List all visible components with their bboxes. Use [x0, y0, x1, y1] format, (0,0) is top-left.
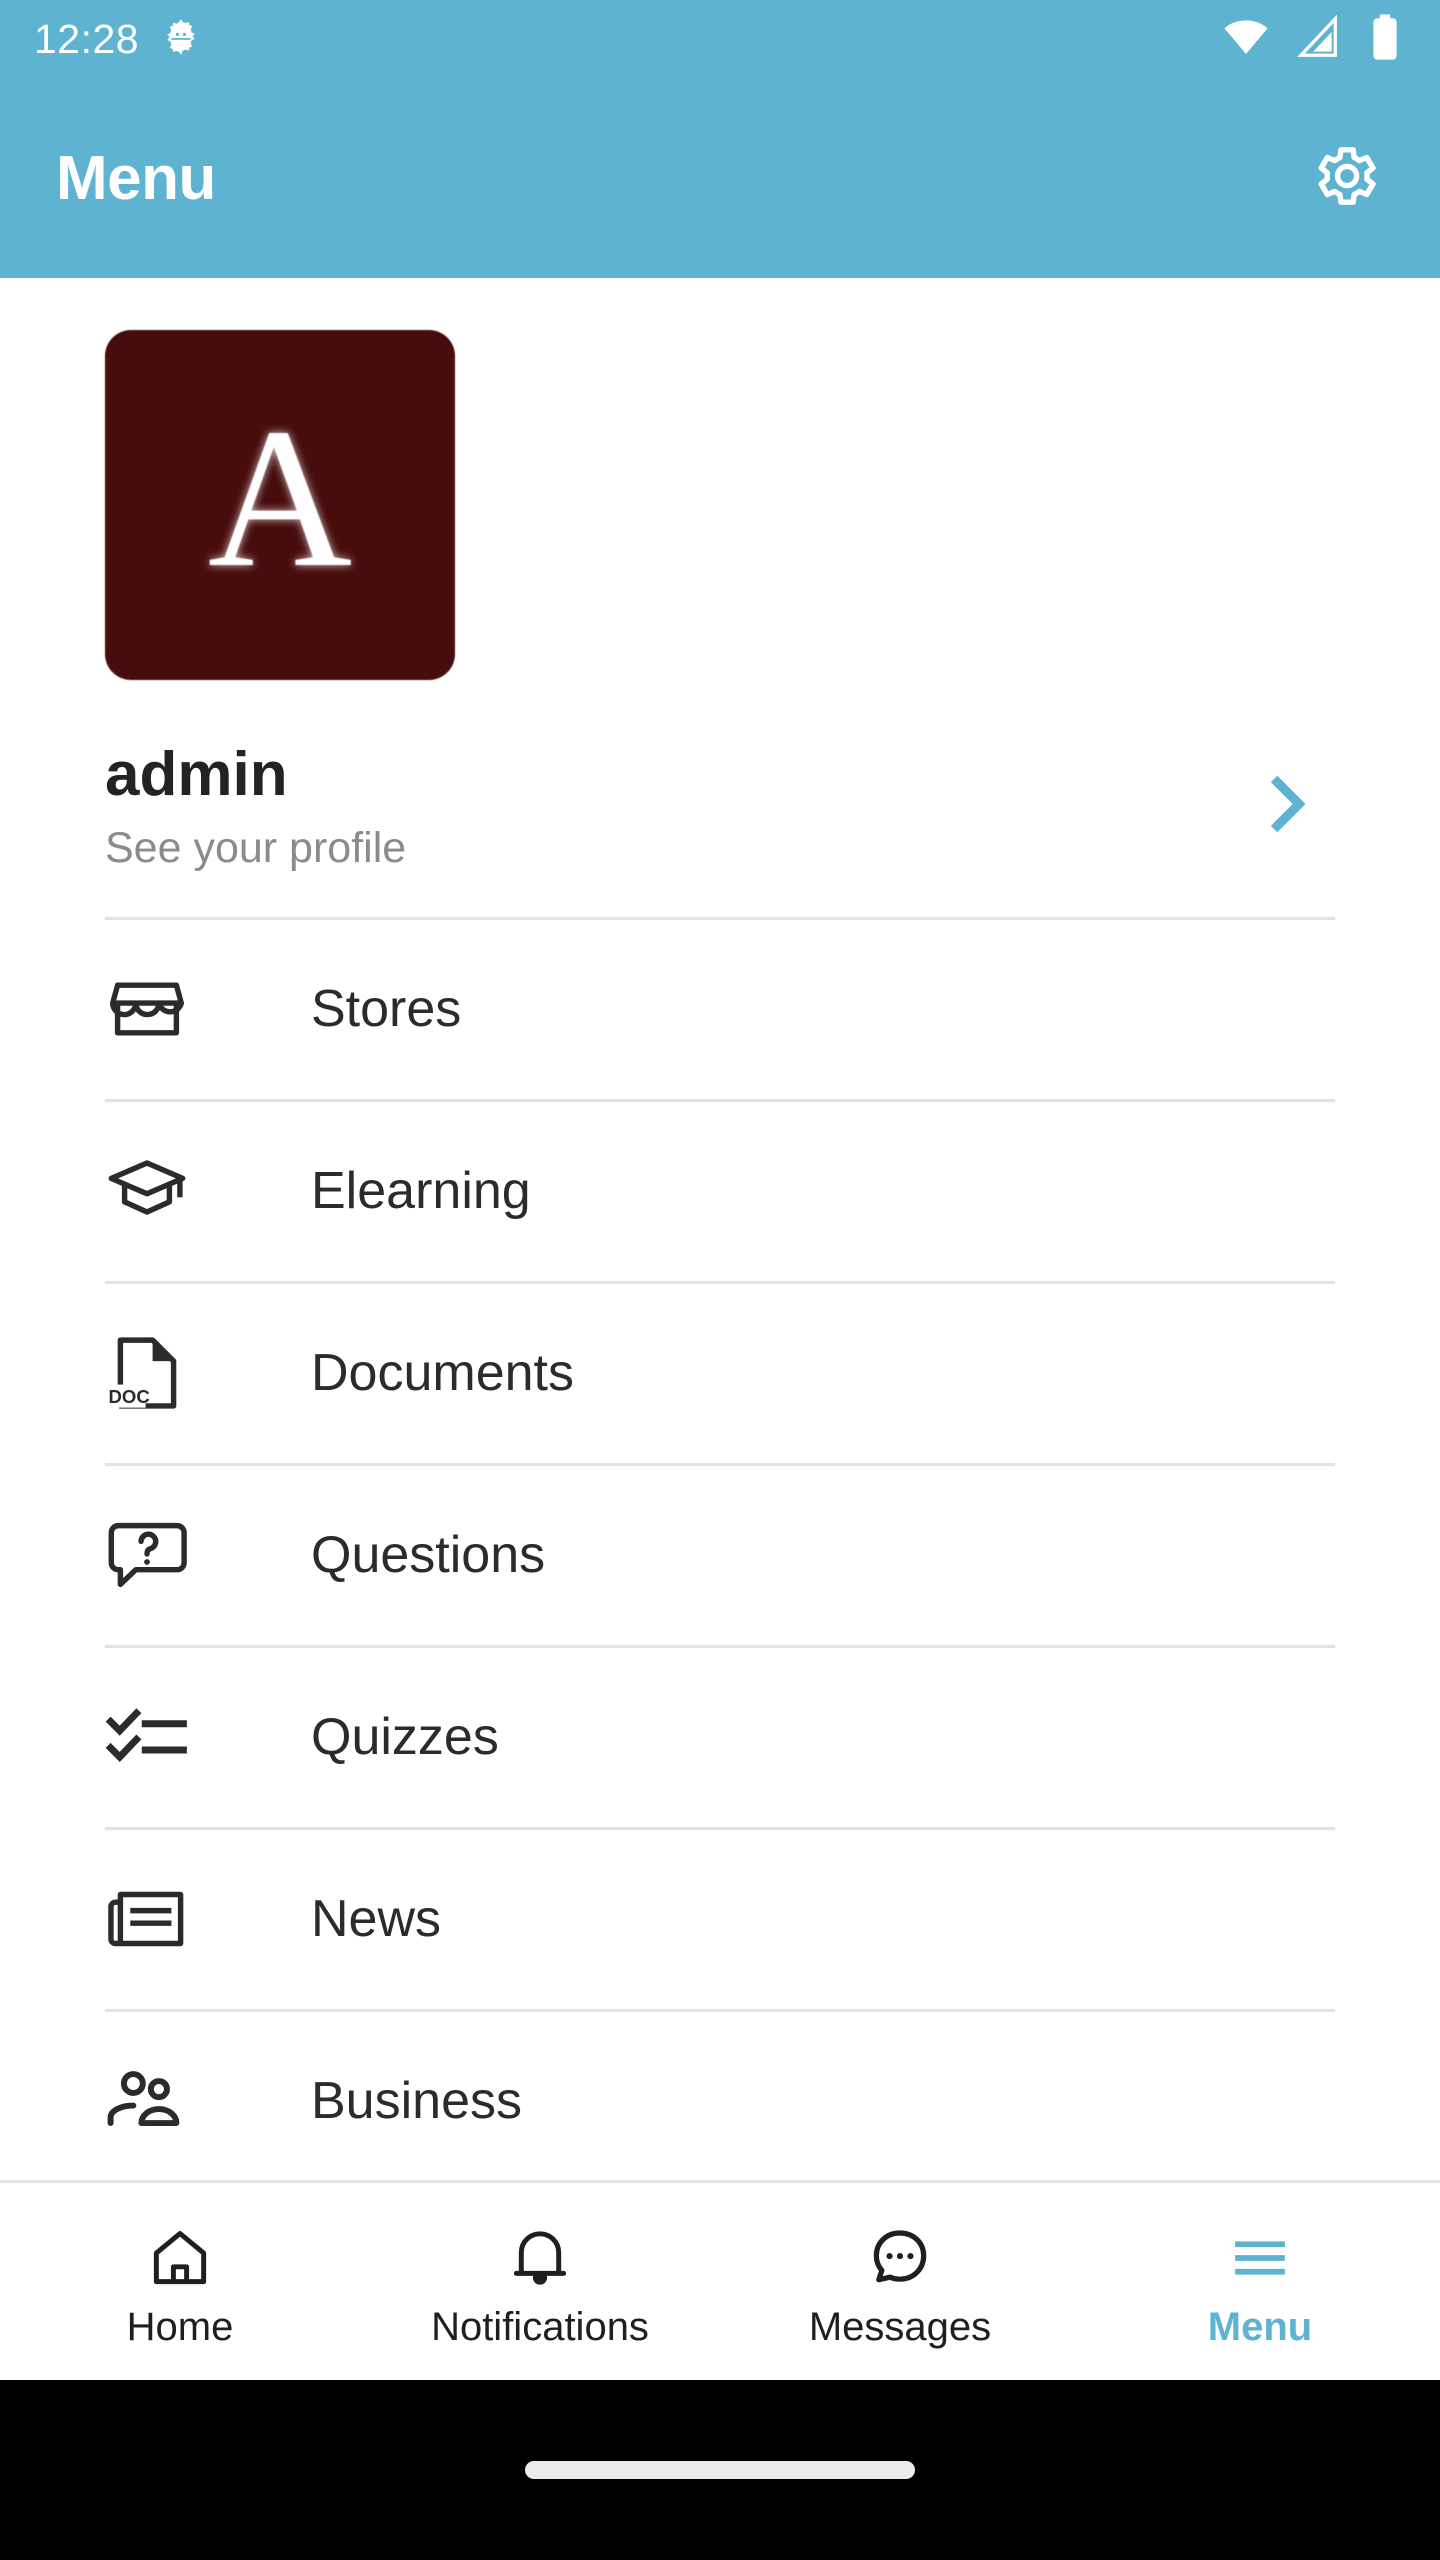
status-bar-clock: 12:28 — [34, 15, 140, 62]
nav-tab-messages[interactable]: Messages — [720, 2217, 1080, 2347]
newspaper-icon — [105, 1877, 233, 1961]
menu-item-label: Stores — [311, 980, 462, 1039]
question-bubble-icon — [105, 1513, 233, 1597]
menu-item-questions[interactable]: Questions — [105, 1466, 1335, 1645]
profile-chevron-button[interactable] — [1251, 769, 1335, 844]
checklist-icon — [105, 1695, 233, 1779]
status-bar-left: 12:28 — [34, 17, 201, 62]
menu-item-label: Questions — [311, 1526, 546, 1585]
settings-button[interactable] — [1296, 130, 1392, 226]
storefront-icon — [105, 967, 233, 1051]
android-debug-icon — [161, 17, 201, 62]
gesture-handle[interactable] — [525, 2461, 915, 2479]
status-bar: 12:28 — [0, 0, 1440, 78]
menu-list: Stores Elearning DOC Documents Questions… — [105, 920, 1335, 2373]
avatar[interactable]: A — [105, 330, 455, 680]
avatar-letter: A — [207, 388, 353, 609]
cellular-signal-icon — [1296, 14, 1342, 65]
hamburger-icon — [1227, 2217, 1293, 2291]
svg-text:DOC: DOC — [109, 1386, 150, 1407]
nav-tab-menu[interactable]: Menu — [1080, 2217, 1440, 2347]
profile-row[interactable]: admin See your profile — [105, 680, 1335, 917]
people-icon — [105, 2059, 233, 2143]
doc-file-icon: DOC — [105, 1331, 233, 1415]
graduation-cap-icon — [105, 1149, 233, 1233]
bottom-navigation: Home Notifications Messages Menu — [0, 2180, 1440, 2380]
nav-tab-notifications[interactable]: Notifications — [360, 2217, 720, 2347]
profile-section: A admin See your profile Stores Elearnin… — [0, 278, 1440, 2373]
profile-text: admin See your profile — [105, 742, 406, 871]
home-icon — [147, 2217, 213, 2291]
menu-item-news[interactable]: News — [105, 1830, 1335, 2009]
nav-tab-home[interactable]: Home — [0, 2217, 360, 2347]
gear-icon — [1307, 139, 1381, 218]
profile-subtitle: See your profile — [105, 823, 407, 872]
menu-item-quizzes[interactable]: Quizzes — [105, 1648, 1335, 1827]
menu-item-stores[interactable]: Stores — [105, 920, 1335, 1099]
system-gesture-bar — [0, 2380, 1440, 2560]
status-bar-right — [1222, 13, 1402, 66]
bell-icon — [507, 2217, 573, 2291]
app-bar: Menu — [0, 78, 1440, 278]
chevron-right-icon — [1251, 769, 1321, 844]
profile-name: admin — [105, 740, 288, 809]
wifi-icon — [1222, 13, 1270, 66]
nav-tab-label: Menu — [1207, 2304, 1313, 2349]
nav-tab-label: Home — [126, 2304, 234, 2349]
nav-tab-label: Messages — [808, 2304, 992, 2349]
nav-tab-label: Notifications — [431, 2304, 649, 2349]
message-icon — [867, 2217, 933, 2291]
menu-item-label: News — [311, 1890, 442, 1949]
app-screen: 12:28 Menu A admin See your profile Stor… — [0, 0, 1440, 2560]
menu-item-label: Quizzes — [311, 1708, 499, 1767]
menu-item-label: Business — [311, 2072, 522, 2131]
menu-item-label: Documents — [311, 1344, 574, 1403]
menu-item-elearning[interactable]: Elearning — [105, 1102, 1335, 1281]
menu-item-documents[interactable]: DOC Documents — [105, 1284, 1335, 1463]
battery-icon — [1368, 13, 1402, 66]
menu-item-label: Elearning — [311, 1162, 531, 1221]
page-title: Menu — [56, 143, 216, 213]
menu-item-business[interactable]: Business — [105, 2012, 1335, 2191]
